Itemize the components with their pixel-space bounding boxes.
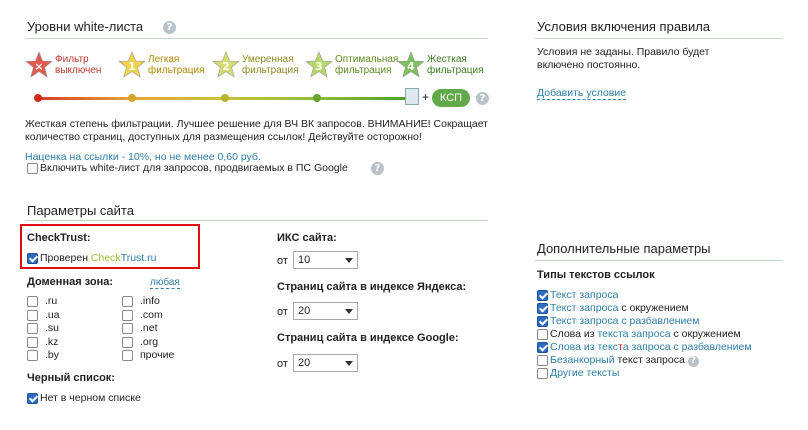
svg-text:4: 4: [407, 60, 415, 73]
link-type-checkbox-1[interactable]: [537, 303, 548, 314]
link-type-label-5: Безанкорный текст запроса?: [550, 354, 699, 367]
whitelist-divider: [25, 38, 488, 39]
level-label-line2: фильтрация: [427, 65, 484, 76]
whitelist-help-icon[interactable]: ?: [163, 21, 176, 34]
iks-from-label: от: [277, 255, 288, 267]
level-label-line1: Фильтр: [55, 54, 89, 65]
plus-sign: +: [422, 90, 430, 104]
svg-text:1: 1: [128, 60, 136, 73]
chevron-down-icon: [345, 309, 353, 314]
link-type-checkbox-3[interactable]: [537, 329, 548, 340]
yandex-select[interactable]: 20: [293, 302, 358, 320]
star-icon: 3: [305, 51, 333, 78]
ksp-help-icon[interactable]: ?: [476, 92, 489, 105]
google-whitelist-label: Включить white-лист для запросов, продви…: [40, 162, 348, 174]
svg-text:×: ×: [34, 60, 43, 73]
star-icon: 1: [118, 51, 146, 78]
level-label-line1: Оптимальная: [335, 54, 399, 65]
link-type-checkbox-2[interactable]: [537, 316, 548, 327]
conditions-title: Условия включения правила: [537, 19, 711, 34]
link-type-checkbox-6[interactable]: [537, 368, 548, 379]
slider-stop-3[interactable]: [313, 94, 321, 102]
chevron-down-icon: [345, 361, 353, 366]
help-icon[interactable]: ?: [687, 356, 699, 367]
domain-label: .su: [45, 322, 60, 334]
iks-title: ИКС сайта:: [277, 232, 337, 244]
slider-stop-2[interactable]: [221, 94, 229, 102]
svg-text:2: 2: [222, 60, 230, 73]
svg-text:3: 3: [315, 60, 323, 73]
domain-checkbox-right-1[interactable]: [122, 309, 133, 321]
level-label-line1: Умеренная: [242, 54, 294, 65]
link-type-checkbox-0[interactable]: [537, 290, 548, 301]
slider-stop-1[interactable]: [128, 94, 136, 102]
site-params-title: Параметры сайта: [27, 203, 134, 218]
domain-label: .kz: [45, 335, 59, 348]
slider-stop-0[interactable]: [34, 94, 42, 102]
domain-label: .by: [45, 349, 60, 361]
star-icon: ×: [25, 51, 53, 78]
link-type-label-4: Слова из текста запроса с разбавлением: [550, 341, 752, 353]
domain-checkbox-right-3[interactable]: [122, 336, 133, 348]
domain-checkbox-left-4[interactable]: [27, 350, 38, 361]
link-type-label-2: Текст запроса с разбавлением: [550, 315, 700, 327]
domain-title: Доменная зона:: [27, 276, 114, 288]
link-type-label-0: Текст запроса: [550, 289, 619, 301]
level-label-line1: Легкая: [148, 54, 180, 65]
google-help-icon[interactable]: ?: [371, 162, 384, 175]
level-label-line2: фильтрация: [148, 65, 205, 76]
checktrust-label: Проверен CheckTrust.ru: [40, 252, 157, 264]
domain-checkbox-left-2[interactable]: [27, 323, 38, 334]
conditions-text: Условия не заданы. Правило будет включен…: [537, 46, 710, 71]
domain-label: прочие: [140, 349, 175, 361]
domain-checkbox-right-0[interactable]: [122, 296, 133, 307]
checktrust-title: CheckTrust:: [27, 232, 91, 244]
domain-checkbox-left-0[interactable]: [27, 296, 38, 307]
checktrust-checkbox[interactable]: [27, 253, 38, 264]
filter-description: Жесткая степень фильтрации. Лучшее решен…: [25, 118, 488, 143]
yandex-title: Страниц сайта в индексе Яндекса:: [277, 281, 467, 293]
link-types-title: Типы текстов ссылок: [537, 269, 655, 281]
link-type-checkbox-4[interactable]: [537, 342, 548, 353]
domain-label: .info: [140, 295, 160, 307]
blacklist-checkbox[interactable]: [27, 393, 38, 404]
extra-title: Дополнительные параметры: [537, 241, 711, 256]
extra-divider: [535, 260, 783, 261]
domain-checkbox-right-2[interactable]: [122, 323, 133, 334]
domain-label: .net: [140, 322, 158, 334]
google-from-label: от: [277, 358, 288, 370]
ksp-button[interactable]: КСП: [432, 89, 470, 107]
google-whitelist-checkbox[interactable]: [27, 163, 38, 174]
add-condition-link[interactable]: Добавить условие: [537, 87, 627, 100]
domain-checkbox-left-1[interactable]: [27, 309, 38, 321]
link-type-label-1: Текст запроса с окружением: [550, 302, 689, 314]
level-label-line2: фильтрация: [335, 65, 392, 76]
domain-label: .ru: [45, 295, 58, 307]
google-select[interactable]: 20: [293, 354, 358, 372]
domain-label: .com: [140, 308, 163, 321]
slider-handle-icon[interactable]: [405, 88, 419, 105]
chevron-down-icon: [345, 258, 353, 263]
whitelist-title: Уровни white-листа: [27, 19, 144, 34]
level-label-line2: фильтрация: [242, 65, 299, 76]
star-icon: 4: [397, 51, 425, 78]
blacklist-title: Черный список:: [27, 372, 115, 384]
link-type-label-3: Слова из текста запроса с окружением: [550, 328, 741, 340]
level-label-line1: Жесткая: [427, 54, 467, 65]
conditions-divider: [535, 38, 783, 39]
blacklist-label: Нет в черном списке: [40, 392, 141, 404]
domain-label: .org: [140, 335, 159, 348]
site-params-divider: [25, 220, 488, 221]
domain-any-link[interactable]: любая: [150, 277, 180, 289]
level-label-line2: выключен: [55, 65, 102, 76]
google-pages-title: Страниц сайта в индексе Google:: [277, 332, 459, 344]
domain-label: .ua: [45, 308, 60, 321]
star-icon: 2: [212, 51, 240, 78]
link-type-label-6: Другие тексты: [550, 367, 620, 379]
iks-select[interactable]: 10: [293, 251, 358, 269]
domain-checkbox-right-4[interactable]: [122, 350, 133, 361]
yandex-from-label: от: [277, 306, 288, 318]
domain-checkbox-left-3[interactable]: [27, 336, 38, 348]
link-type-checkbox-5[interactable]: [537, 355, 548, 366]
